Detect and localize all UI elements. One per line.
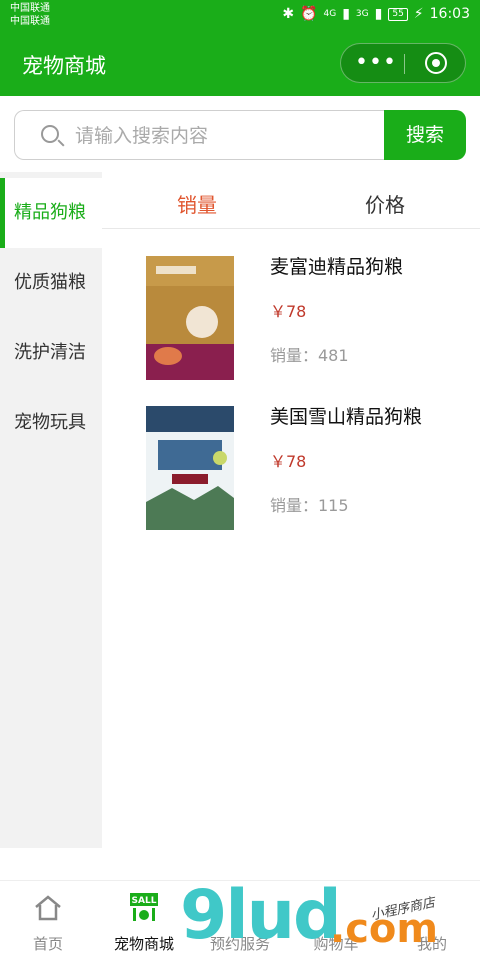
carrier-label: 中国联通 [10,16,50,27]
product-card[interactable]: 美国雪山精品狗粮 ￥78 销量：115 [118,402,468,542]
signal-icon: ▮ [374,6,383,22]
alarm-icon: ⏰ [300,6,318,22]
signal-4g-label: 4G [323,9,337,19]
sort-tab-price[interactable]: 价格 [290,188,480,222]
mini-program-capsule: ••• [340,43,466,83]
tab-label: 首页 [32,935,63,953]
product-name: 美国雪山精品狗粮 [270,406,423,428]
search-input[interactable] [73,121,377,151]
product-sales: 销量：115 [270,496,349,515]
pet-shop-icon: SALL [130,893,158,921]
page-title: 宠物商城 [22,54,106,78]
product-price: ￥78 [270,302,307,321]
category-sidebar: 精品狗粮 优质猫粮 洗护清洁 宠物玩具 [0,172,102,848]
carrier-label: 中国联通 [10,3,50,14]
carrier-info: 中国联通 中国联通 [10,2,50,28]
tab-pet-shop[interactable]: SALL 宠物商城 [96,881,192,961]
status-indicators: ✱ ⏰ 4G ▮ 3G ▮ 55 ⚡ 16:03 [282,6,470,22]
dog-food-bag-icon [146,406,234,530]
search-icon [41,125,59,143]
product-price: ￥78 [270,452,307,471]
sidebar-item-dog-food[interactable]: 精品狗粮 [0,178,102,248]
signal-3g-label: 3G [355,9,369,19]
clock-time: 16:03 [429,6,470,22]
more-menu-button[interactable]: ••• [355,48,396,78]
search-button[interactable]: 搜索 [384,110,466,160]
dog-food-bag-icon [146,256,234,380]
charging-icon: ⚡ [413,6,424,22]
tab-label: 宠物商城 [113,935,174,953]
sort-divider [102,228,480,229]
status-bar: 中国联通 中国联通 ✱ ⏰ 4G ▮ 3G ▮ 55 ⚡ 16:03 [0,0,480,32]
sidebar-item-toys[interactable]: 宠物玩具 [0,388,102,458]
watermark: 9lud .com 小程序商店 [180,876,480,960]
capsule-divider [404,54,405,74]
sidebar-item-grooming[interactable]: 洗护清洁 [0,318,102,388]
close-mini-program-icon[interactable] [425,52,447,74]
search-bar: 搜索 [14,110,466,160]
bluetooth-icon: ✱ [282,6,295,22]
battery-level: 55 [388,7,408,21]
sidebar-item-cat-food[interactable]: 优质猫粮 [0,248,102,318]
sort-tab-sales[interactable]: 销量 [102,188,292,222]
tab-home[interactable]: 首页 [0,881,96,961]
product-sales: 销量：481 [270,346,349,365]
sale-badge-label: SALL [132,896,157,906]
home-icon [35,895,61,921]
search-box [14,110,394,160]
nav-bar: 宠物商城 ••• [0,32,480,96]
watermark-logo: 9lud [180,876,342,955]
product-name: 麦富迪精品狗粮 [270,256,404,278]
product-card[interactable]: 麦富迪精品狗粮 ￥78 销量：481 [118,252,468,392]
signal-icon: ▮ [342,6,350,22]
